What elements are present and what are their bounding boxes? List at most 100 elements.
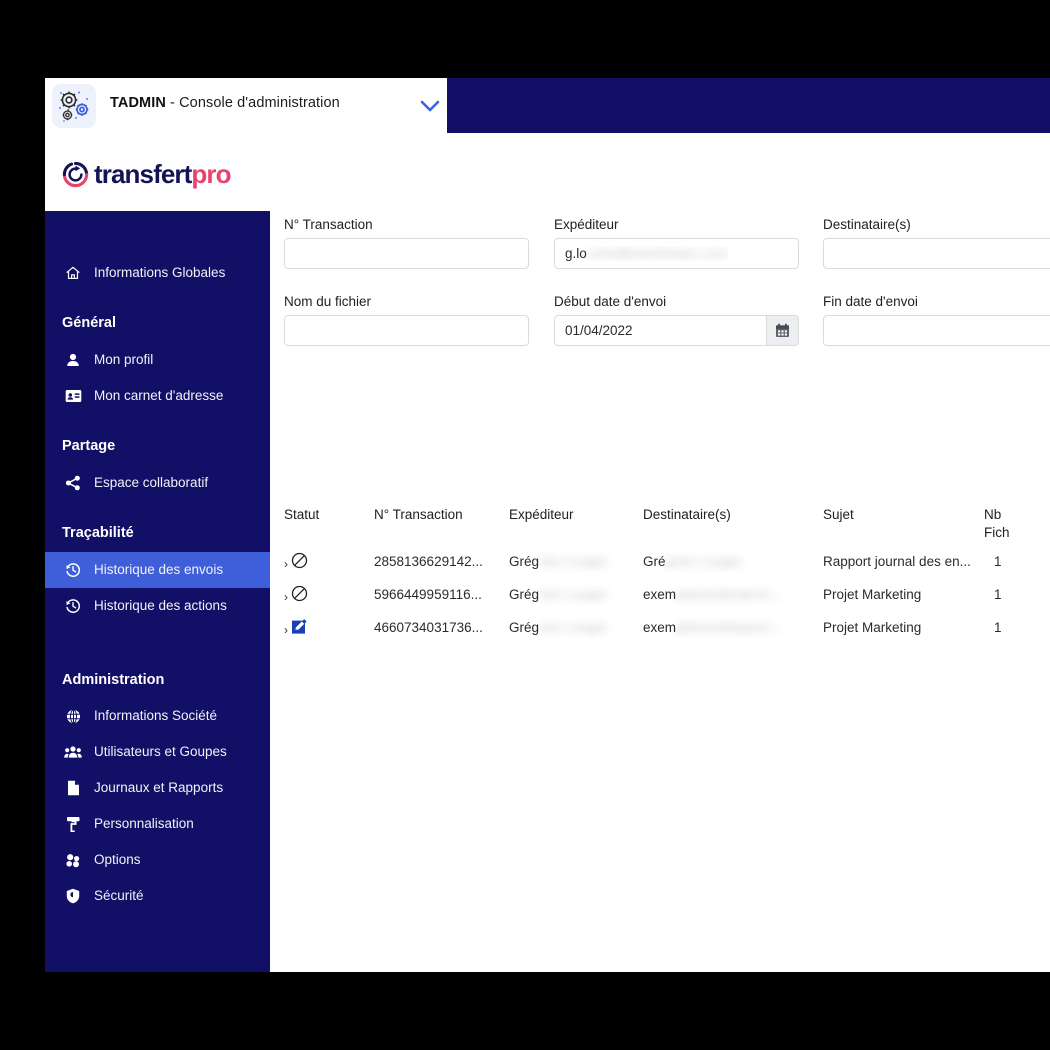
column-header-transaction[interactable]: N° Transaction — [374, 506, 463, 524]
expand-row-icon[interactable]: › — [284, 587, 288, 607]
sidebar-item-label: Espace collaboratif — [94, 476, 208, 490]
file-icon — [62, 780, 84, 796]
top-bar: TADMIN - Console d'administration — [45, 78, 1050, 134]
row-destinataire-redacted: pletransfertpro1... — [676, 587, 782, 602]
expand-row-icon[interactable]: › — [284, 620, 288, 640]
row-destinataire-redacted: goire Louget — [666, 554, 741, 569]
filter-recipient-label: Destinataire(s) — [823, 217, 1050, 232]
sidebar-item-utilisateurs-et-goupes[interactable]: Utilisateurs et Goupes — [45, 734, 270, 770]
transactions-table: Statut N° Transaction Expéditeur Destina… — [284, 506, 1050, 651]
filter-date-start: Début date d'envoi 01/04/2022 — [554, 294, 799, 346]
date-start-input[interactable]: 01/04/2022 — [554, 315, 799, 346]
recipient-input[interactable] — [823, 238, 1050, 269]
row-expediteur: Grégoire Louget — [509, 552, 639, 572]
filter-transaction: N° Transaction — [284, 217, 529, 269]
row-nb-fichiers: 1 — [994, 585, 1002, 605]
row-nb-fichiers: 1 — [994, 618, 1002, 638]
address-card-icon — [62, 389, 84, 403]
sidebar-item-personnalisation[interactable]: Personnalisation — [45, 806, 270, 842]
row-sujet: Rapport journal des en... — [823, 552, 971, 572]
row-status[interactable]: › — [284, 585, 308, 608]
row-status[interactable]: › — [284, 618, 308, 641]
row-nb-fichiers: 1 — [994, 552, 1002, 572]
column-header-expediteur[interactable]: Expéditeur — [509, 506, 574, 524]
row-transaction: 5966449959116... — [374, 585, 482, 605]
brand-name-part2: pro — [191, 159, 230, 189]
sidebar-item-journaux-et-rapports[interactable]: Journaux et Rapports — [45, 770, 270, 806]
ban-icon — [291, 552, 308, 575]
user-icon — [62, 352, 84, 368]
row-transaction: 2858136629142... — [374, 552, 483, 572]
brand-logo-text: transfertpro — [94, 161, 231, 187]
sidebar-item-label: Informations Société — [94, 709, 217, 723]
sidebar-group-general: Général — [45, 315, 270, 331]
history-icon — [62, 598, 84, 614]
filter-filename-label: Nom du fichier — [284, 294, 529, 309]
sidebar-item-securite[interactable]: Sécurité — [45, 878, 270, 914]
sidebar-group-tracabilite: Traçabilité — [45, 525, 270, 541]
sidebar-item-label: Historique des actions — [94, 599, 227, 613]
application-window: TADMIN - Console d'administration — [45, 78, 1050, 972]
sidebar-item-label: Mon carnet d'adresse — [94, 389, 223, 403]
row-destinataire: Grégoire Louget — [643, 552, 818, 572]
console-title-rest: - Console d'administration — [166, 95, 340, 111]
filter-filename: Nom du fichier — [284, 294, 529, 346]
filter-recipient: Destinataire(s) — [823, 217, 1050, 269]
sidebar-group-administration: Administration — [45, 672, 270, 688]
console-title: TADMIN - Console d'administration — [110, 95, 340, 111]
sender-input[interactable]: g.louche@transfertpro.com — [554, 238, 799, 269]
column-header-nb-fichiers[interactable]: Nb Fich — [984, 506, 1020, 542]
transfertpro-circle-icon — [62, 161, 89, 188]
ban-icon — [291, 585, 308, 608]
sidebar-item-label: Journaux et Rapports — [94, 781, 223, 795]
table-row[interactable]: › 4660734031736... Grégoire Louget exemp… — [284, 618, 1050, 651]
row-expediteur: Grégoire Louget — [509, 618, 639, 638]
sidebar-item-historique-des-actions[interactable]: Historique des actions — [45, 588, 270, 624]
row-expediteur-visible: Grég — [509, 620, 539, 635]
column-header-sujet[interactable]: Sujet — [823, 506, 854, 524]
sidebar-item-espace-collaboratif[interactable]: Espace collaboratif — [45, 465, 270, 501]
gears-icon — [52, 84, 96, 128]
column-header-statut[interactable]: Statut — [284, 506, 319, 524]
row-expediteur-redacted: oire Louget — [539, 554, 607, 569]
calendar-icon[interactable] — [766, 316, 798, 345]
sidebar-item-label: Historique des envois — [94, 563, 223, 577]
sidebar: Informations Globales Général Mon profil… — [45, 211, 270, 972]
console-title-strong: TADMIN — [110, 95, 166, 111]
sidebar-item-mon-carnet-adresse[interactable]: Mon carnet d'adresse — [45, 378, 270, 414]
edit-square-icon[interactable] — [291, 618, 308, 641]
row-expediteur-visible: Grég — [509, 554, 539, 569]
row-expediteur-visible: Grég — [509, 587, 539, 602]
row-status[interactable]: › — [284, 552, 308, 575]
table-row[interactable]: › 2858136629142... Grégoire Louget Grégo… — [284, 552, 1050, 585]
filter-date-end: Fin date d'envoi — [823, 294, 1050, 346]
filename-input[interactable] — [284, 315, 529, 346]
brand-logo[interactable]: transfertpro — [62, 154, 272, 194]
sidebar-item-label: Informations Globales — [94, 266, 225, 280]
top-bar-navy-panel — [447, 78, 1050, 133]
sidebar-item-informations-societe[interactable]: Informations Société — [45, 698, 270, 734]
sidebar-item-historique-des-envois[interactable]: Historique des envois — [45, 552, 270, 588]
share-icon — [62, 475, 84, 491]
sidebar-item-mon-profil[interactable]: Mon profil — [45, 342, 270, 378]
date-end-input[interactable] — [823, 315, 1050, 346]
row-sujet: Projet Marketing — [823, 585, 921, 605]
table-row[interactable]: › 5966449959116... Grégoire Louget exemp… — [284, 585, 1050, 618]
row-sujet: Projet Marketing — [823, 618, 921, 638]
row-expediteur-redacted: oire Louget — [539, 620, 607, 635]
chevron-down-icon[interactable] — [417, 95, 443, 117]
filter-transaction-label: N° Transaction — [284, 217, 529, 232]
sidebar-item-informations-globales[interactable]: Informations Globales — [45, 255, 270, 291]
row-destinataire-redacted: pletransfertpro1... — [676, 620, 782, 635]
sender-input-value: g.lo — [565, 246, 587, 261]
row-expediteur-redacted: oire Louget — [539, 587, 607, 602]
row-destinataire-visible: exem — [643, 587, 676, 602]
row-destinataire: exempletransfertpro1... — [643, 585, 818, 605]
sidebar-item-label: Utilisateurs et Goupes — [94, 745, 227, 759]
row-transaction: 4660734031736... — [374, 618, 483, 638]
column-header-destinataire[interactable]: Destinataire(s) — [643, 506, 731, 524]
sidebar-item-options[interactable]: Options — [45, 842, 270, 878]
expand-row-icon[interactable]: › — [284, 554, 288, 574]
transaction-input[interactable] — [284, 238, 529, 269]
sidebar-group-partage: Partage — [45, 438, 270, 454]
